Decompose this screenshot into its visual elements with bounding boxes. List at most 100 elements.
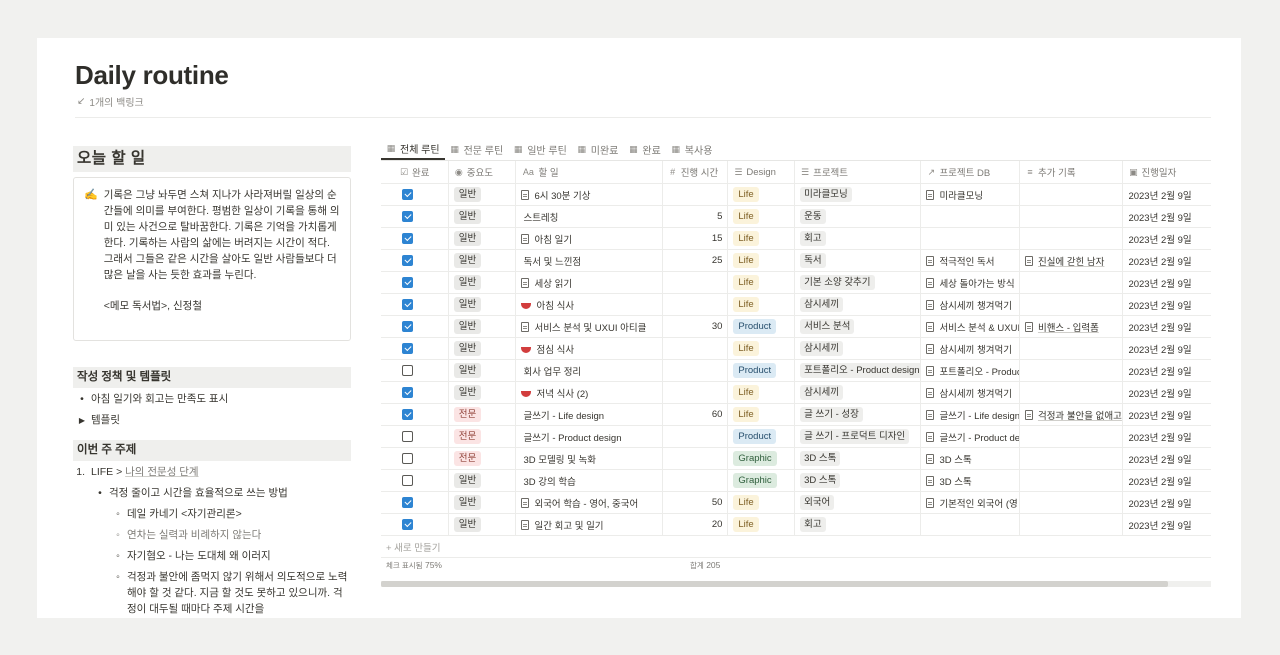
date-cell[interactable]: 2023년 2월 9일 [1123,514,1211,535]
checkbox[interactable] [402,453,413,464]
project-db-cell[interactable]: 3D 스톡 [921,448,1020,469]
extra-cell[interactable]: 진실에 갇힌 남자 [1020,250,1124,271]
project-cell[interactable]: 운동 [795,206,922,227]
project-db-cell[interactable]: 적극적인 독서 [921,250,1020,271]
checkbox[interactable] [402,409,413,420]
new-row-button[interactable]: + 새로 만들기 [381,536,1211,558]
checkbox[interactable] [402,321,413,332]
week-topic-link[interactable]: 나의 전문성 단계 [125,466,198,478]
project-cell[interactable]: 기본 소양 갖추기 [795,272,922,293]
date-cell[interactable]: 2023년 2월 9일 [1123,228,1211,249]
extra-cell[interactable] [1020,426,1124,447]
importance-cell[interactable]: 일반 [449,382,517,403]
col-extra[interactable]: ≡ 추가 기록 [1020,161,1124,183]
design-cell[interactable]: Product [728,316,796,337]
checkbox[interactable] [402,365,413,376]
project-db-cell[interactable]: 포트폴리오 - Product [921,360,1020,381]
extra-cell[interactable] [1020,228,1124,249]
col-date[interactable]: ▣ 진행일자 [1123,161,1211,183]
date-cell[interactable]: 2023년 2월 9일 [1123,470,1211,491]
importance-cell[interactable]: 일반 [449,184,517,205]
extra-cell[interactable] [1020,360,1124,381]
col-done[interactable]: ☑ 완료 [381,161,449,183]
project-db-cell[interactable]: 글쓰기 - Life design [921,404,1020,425]
project-cell[interactable]: 삼시세끼 [795,382,922,403]
checkbox[interactable] [402,475,413,486]
project-db-cell[interactable]: 삼시세끼 챙겨먹기 [921,338,1020,359]
task-cell[interactable]: 6시 30분 기상 [516,184,663,205]
importance-cell[interactable]: 일반 [449,250,517,271]
date-cell[interactable]: 2023년 2월 9일 [1123,492,1211,513]
col-design[interactable]: ☰ Design [728,161,796,183]
time-cell[interactable]: 15 [663,228,729,249]
time-cell[interactable]: 30 [663,316,729,337]
time-cell[interactable] [663,360,729,381]
date-cell[interactable]: 2023년 2월 9일 [1123,338,1211,359]
task-cell[interactable]: 글쓰기 - Product design [516,426,663,447]
extra-cell[interactable] [1020,448,1124,469]
extra-cell[interactable] [1020,470,1124,491]
time-cell[interactable] [663,448,729,469]
task-cell[interactable]: 글쓰기 - Life design [516,404,663,425]
design-cell[interactable]: Life [728,250,796,271]
date-cell[interactable]: 2023년 2월 9일 [1123,206,1211,227]
extra-cell[interactable] [1020,294,1124,315]
project-cell[interactable]: 회고 [795,514,922,535]
date-cell[interactable]: 2023년 2월 9일 [1123,426,1211,447]
project-db-cell[interactable]: 기본적인 외국어 (영 [921,492,1020,513]
design-cell[interactable]: Life [728,294,796,315]
project-db-cell[interactable] [921,206,1020,227]
toggle-templates[interactable]: ▶ 템플릿 [73,410,351,431]
design-cell[interactable]: Life [728,206,796,227]
extra-cell[interactable] [1020,382,1124,403]
task-cell[interactable]: 서비스 분석 및 UXUI 아티클 [516,316,663,337]
task-cell[interactable]: 3D 모델링 및 녹화 [516,448,663,469]
project-cell[interactable]: 포트폴리오 - Product design [795,360,922,381]
importance-cell[interactable]: 일반 [449,294,517,315]
checkbox[interactable] [402,255,413,266]
checkbox[interactable] [402,299,413,310]
date-cell[interactable]: 2023년 2월 9일 [1123,448,1211,469]
task-cell[interactable]: 3D 강의 학습 [516,470,663,491]
importance-cell[interactable]: 일반 [449,316,517,337]
design-cell[interactable]: Life [728,184,796,205]
design-cell[interactable]: Life [728,404,796,425]
importance-cell[interactable]: 전문 [449,426,517,447]
importance-cell[interactable]: 일반 [449,228,517,249]
col-importance[interactable]: ◉ 중요도 [449,161,517,183]
date-cell[interactable]: 2023년 2월 9일 [1123,294,1211,315]
time-cell[interactable] [663,272,729,293]
checkbox[interactable] [402,277,413,288]
extra-cell[interactable] [1020,338,1124,359]
date-cell[interactable]: 2023년 2월 9일 [1123,272,1211,293]
time-cell[interactable]: 25 [663,250,729,271]
project-cell[interactable]: 미라클모닝 [795,184,922,205]
date-cell[interactable]: 2023년 2월 9일 [1123,360,1211,381]
task-cell[interactable]: 저녁 식사 (2) [516,382,663,403]
extra-cell[interactable] [1020,184,1124,205]
col-project-db[interactable]: ↗ 프로젝트 DB [921,161,1020,183]
extra-cell[interactable] [1020,206,1124,227]
task-cell[interactable]: 회사 업무 정리 [516,360,663,381]
importance-cell[interactable]: 일반 [449,272,517,293]
checkbox[interactable] [402,431,413,442]
task-cell[interactable]: 세상 읽기 [516,272,663,293]
project-db-cell[interactable]: 서비스 분석 & UXUI [921,316,1020,337]
checkbox[interactable] [402,519,413,530]
time-cell[interactable] [663,470,729,491]
project-db-cell[interactable]: 글쓰기 - Product design [921,426,1020,447]
project-db-cell[interactable] [921,228,1020,249]
design-cell[interactable]: Product [728,360,796,381]
time-cell[interactable]: 5 [663,206,729,227]
tab-incomplete[interactable]: ▦ 미완료 [572,138,624,160]
scrollbar-thumb[interactable] [381,581,1168,587]
time-cell[interactable] [663,184,729,205]
time-cell[interactable] [663,338,729,359]
time-cell[interactable] [663,426,729,447]
col-task[interactable]: Aa 할 일 [516,161,663,183]
task-cell[interactable]: 독서 및 느낀점 [516,250,663,271]
project-db-cell[interactable]: 삼시세끼 챙겨먹기 [921,294,1020,315]
checkbox[interactable] [402,211,413,222]
task-cell[interactable]: 아침 일기 [516,228,663,249]
horizontal-scrollbar[interactable] [381,581,1211,587]
